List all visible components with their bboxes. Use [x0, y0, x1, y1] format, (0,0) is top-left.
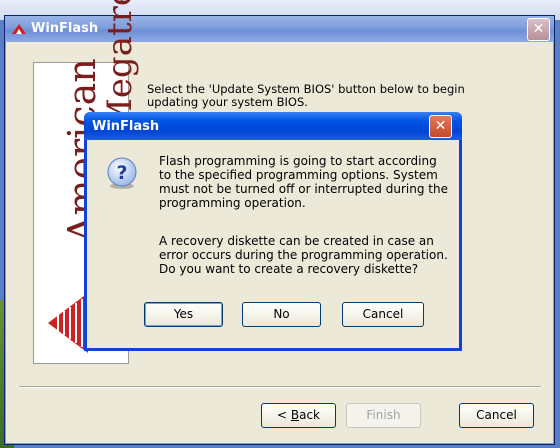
back-button-prefix: <: [276, 408, 291, 422]
dialog-cancel-button[interactable]: Cancel: [342, 302, 424, 327]
cancel-button[interactable]: Cancel: [459, 403, 534, 428]
back-button-mnemonic: B: [290, 408, 300, 422]
main-close-button[interactable]: ✕: [527, 18, 550, 41]
yes-button[interactable]: Yes: [144, 302, 223, 327]
dialog-message-warning: Flash programming is going to start acco…: [159, 154, 448, 210]
confirm-dialog: WinFlash ✕ ? Flash programming is going …: [84, 112, 462, 351]
close-icon: ✕: [532, 21, 545, 37]
dialog-message-question: A recovery diskette can be created in ca…: [159, 234, 448, 276]
main-window-title: WinFlash: [31, 21, 99, 36]
separator: [19, 386, 541, 388]
svg-text:?: ?: [116, 162, 127, 184]
back-button[interactable]: < Back: [261, 403, 336, 428]
dialog-title: WinFlash: [92, 119, 160, 134]
app-icon: [12, 24, 26, 34]
dialog-title-bar[interactable]: WinFlash ✕: [84, 112, 462, 140]
finish-button[interactable]: Finish: [346, 403, 421, 428]
ami-logo-mark-icon: [48, 293, 88, 353]
back-button-suffix: ack: [299, 408, 320, 422]
no-button[interactable]: No: [242, 302, 321, 327]
instruction-text: Select the 'Update System BIOS' button b…: [147, 82, 465, 109]
dialog-close-button[interactable]: ✕: [429, 115, 452, 138]
question-icon: ?: [107, 157, 137, 189]
main-title-bar[interactable]: WinFlash ✕: [5, 16, 554, 42]
close-icon: ✕: [434, 118, 447, 134]
